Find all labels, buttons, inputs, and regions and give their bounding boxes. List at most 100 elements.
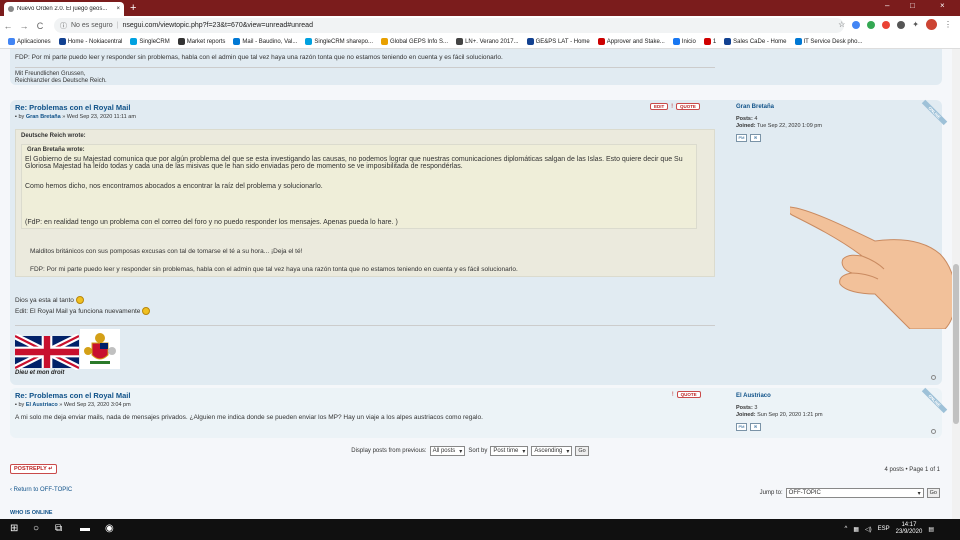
bookmark-item[interactable]: Home - Nokiacentral [58, 38, 122, 45]
maximize-icon[interactable]: □ [910, 1, 915, 10]
smiley-icon [75, 296, 84, 305]
volume-icon[interactable]: ◁) [865, 526, 872, 533]
back-icon[interactable]: ← [0, 21, 16, 31]
search-icon[interactable]: ○ [33, 523, 39, 534]
post-reply-button[interactable]: POSTREPLY ↵ [10, 464, 57, 474]
bookmark-label: SingleCRM [139, 38, 170, 45]
reload-icon[interactable]: C [32, 21, 48, 31]
online-badge: ONLINE [921, 99, 948, 126]
post-buttons: EDIT ! QUOTE [650, 103, 700, 110]
language-indicator[interactable]: ESP [878, 526, 890, 532]
report-icon[interactable]: ! [671, 104, 673, 110]
bookmark-item[interactable]: Mail - Baudino, Val... [233, 38, 297, 45]
online-badge: ONLINE [921, 387, 948, 414]
clock[interactable]: 14:17 23/9/2020 [896, 522, 923, 536]
signature-divider [15, 325, 715, 326]
extension-icon[interactable] [882, 20, 891, 29]
pm-button[interactable]: PM [736, 423, 747, 431]
extension-icon[interactable] [852, 20, 861, 29]
close-window-icon[interactable]: × [940, 1, 945, 10]
info-icon: ⓘ [60, 22, 67, 30]
posts-count[interactable]: 4 [754, 116, 757, 122]
bookmark-item[interactable]: Sales CaDe - Home [724, 38, 787, 45]
display-select[interactable]: All posts ▾ [429, 446, 466, 456]
quote-paragraph: Malditos británicos con sus pomposas exc… [30, 248, 303, 255]
bookmark-star-icon[interactable]: ☆ [838, 20, 845, 29]
new-tab-button[interactable]: + [130, 2, 136, 14]
extension-icon[interactable] [897, 20, 906, 29]
post-title[interactable]: Re: Problemas con el Royal Mail [15, 391, 130, 400]
bookmark-item[interactable]: LN+. Verano 2017... [456, 38, 519, 45]
display-options: Display posts from previous: All posts ▾ … [0, 446, 940, 456]
signature-line: Mit Freundlichen Grussen, [15, 71, 86, 77]
display-label: Display posts from previous: [351, 448, 427, 454]
post-author-line: ▪ by El Austriaco » Wed Sep 23, 2020 3:0… [15, 402, 131, 408]
bookmark-item[interactable]: IT Service Desk pho... [794, 38, 863, 45]
email-icon[interactable]: ✉ [750, 134, 761, 142]
windows-start-icon[interactable]: ⊞ [10, 523, 18, 534]
browser-tab[interactable]: Nuevo Orden 2.0. El juego geos... × [4, 2, 124, 16]
extension-icon[interactable] [867, 20, 876, 29]
bookmark-item[interactable]: SingleCRM sharepo... [305, 38, 373, 45]
windows-taskbar: ⊞ ○ ⧉ ▬ ◉ ^ ▦ ◁) ESP 14:17 23/9/2020 ▤ [0, 519, 960, 540]
reply-icon: ↵ [48, 466, 53, 472]
chrome-taskbar-icon[interactable]: ◉ [105, 523, 114, 534]
go-button[interactable]: Go [575, 446, 589, 456]
author-link[interactable]: Gran Bretaña [26, 114, 61, 120]
bookmark-item[interactable]: Market reports [177, 38, 225, 45]
pm-button[interactable]: PM [736, 134, 747, 142]
bookmark-item[interactable]: GE&PS LAT - Home [526, 38, 590, 45]
task-view-icon[interactable]: ⧉ [55, 523, 62, 534]
post-title[interactable]: Re: Problemas con el Royal Mail [15, 103, 130, 112]
profile-joined: Joined: Sun Sep 20, 2020 1:21 pm [736, 412, 916, 419]
order-select[interactable]: Ascending ▾ [531, 446, 573, 456]
url-text[interactable]: nsegui.com/viewtopic.php?f=23&t=670&view… [122, 22, 313, 29]
bookmark-item[interactable]: Aplicaciones [8, 38, 51, 45]
profile-username[interactable]: Gran Bretaña [736, 104, 916, 111]
url-separator: | [116, 22, 119, 29]
bookmark-item[interactable]: Approver and Stake... [597, 38, 665, 45]
profile-joined: Joined: Tue Sep 22, 2020 1:09 pm [736, 123, 916, 130]
bookmark-item[interactable]: SingleCRM [130, 38, 170, 45]
tab-close-icon[interactable]: × [116, 6, 120, 12]
address-bar[interactable]: ⓘ No es seguro | nsegui.com/viewtopic.ph… [54, 18, 844, 33]
scrollbar-thumb[interactable] [953, 264, 959, 424]
menu-dots-icon[interactable]: ⋮ [944, 20, 952, 29]
edit-button[interactable]: EDIT [650, 103, 669, 110]
bookmark-label: IT Service Desk pho... [803, 38, 863, 45]
joined-date: Sun Sep 20, 2020 1:21 pm [757, 412, 823, 418]
post-icon: ▪ [15, 402, 17, 408]
bookmark-icon [724, 38, 732, 45]
file-explorer-icon[interactable]: ▬ [80, 523, 90, 534]
puzzle-icon[interactable]: ✦ [912, 20, 919, 29]
page-scrollbar[interactable] [952, 49, 960, 519]
profile-avatar[interactable] [926, 19, 937, 30]
order-value: Ascending [534, 448, 563, 454]
previous-post-signature: Mit Freundlichen Grussen, Reichkanzler d… [15, 71, 715, 85]
bookmark-item[interactable]: 1 [703, 38, 716, 45]
posts-count[interactable]: 3 [754, 405, 757, 411]
back-to-top-icon[interactable] [931, 375, 936, 380]
forum-page: FDP: Por mi parte puedo leer y responder… [0, 49, 952, 519]
quote-button[interactable]: QUOTE [676, 391, 701, 398]
bookmark-item[interactable]: Global GEPS Info S... [381, 38, 448, 45]
tray-chevron-icon[interactable]: ^ [844, 526, 847, 532]
browser-tabbar: Nuevo Orden 2.0. El juego geos... × + – … [0, 0, 960, 16]
return-link[interactable]: ‹ Return to OFF-TOPIC [10, 487, 72, 493]
network-icon[interactable]: ▦ [853, 526, 859, 533]
bookmark-item[interactable]: Inicio [672, 38, 696, 45]
forward-icon[interactable]: → [16, 21, 32, 31]
minimize-icon[interactable]: – [885, 1, 889, 10]
reply-text: Dios ya esta al tanto [15, 297, 74, 304]
report-icon[interactable]: ! [672, 392, 674, 398]
quote-button[interactable]: QUOTE [675, 103, 700, 110]
profile-username[interactable]: El Austriaco [736, 393, 916, 400]
jump-go-button[interactable]: Go [926, 488, 940, 498]
email-icon[interactable]: ✉ [750, 423, 761, 431]
author-link[interactable]: El Austriaco [26, 402, 58, 408]
back-to-top-icon[interactable] [931, 429, 936, 434]
jump-select[interactable]: OFF-TOPIC ▾ [785, 488, 924, 498]
reply-text: Edit: El Royal Mail ya funciona nuevamen… [15, 308, 141, 315]
notifications-icon[interactable]: ▤ [928, 526, 934, 533]
sort-select[interactable]: Post time ▾ [490, 446, 529, 456]
